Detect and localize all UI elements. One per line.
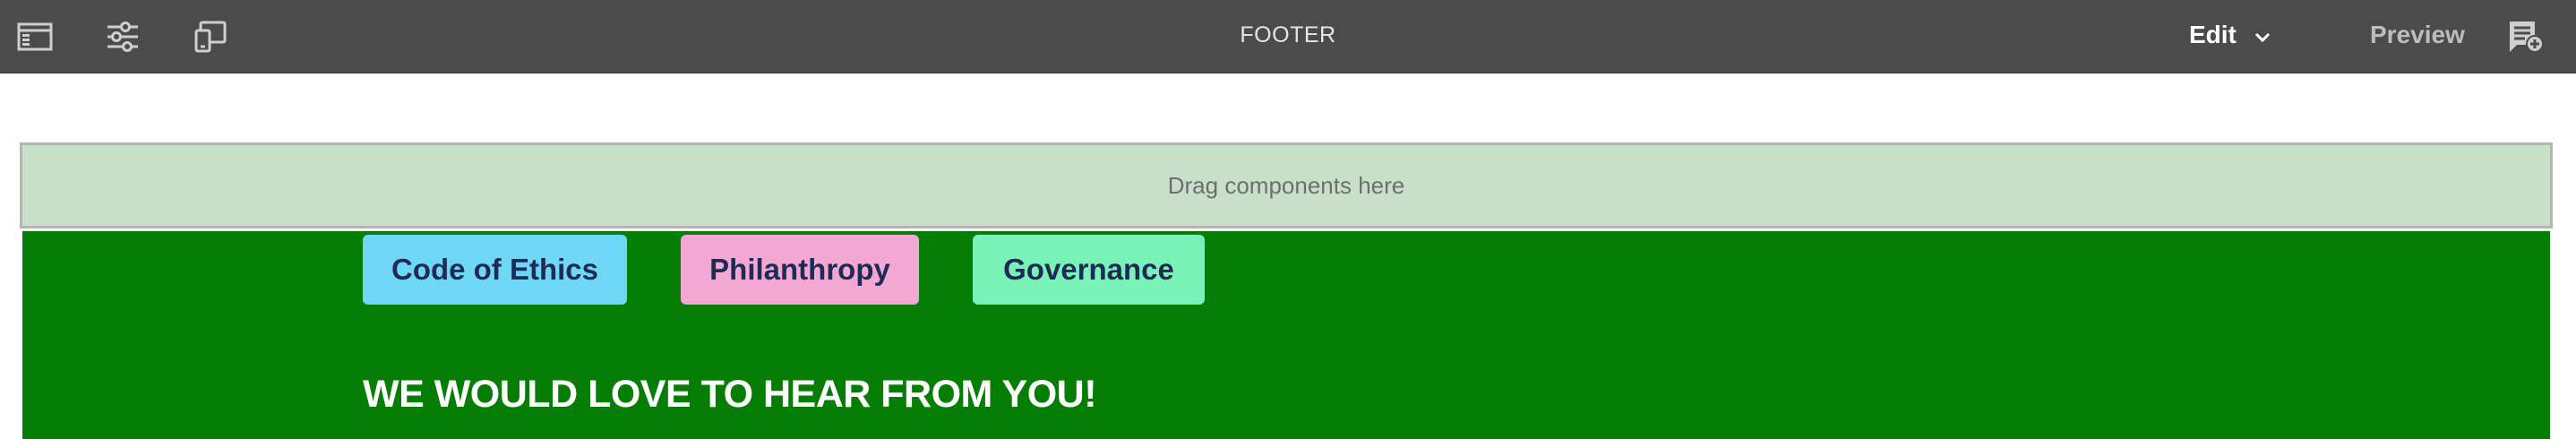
footer-heading: WE WOULD LOVE TO HEAR FROM YOU! xyxy=(363,373,1097,416)
preview-button[interactable]: Preview xyxy=(2370,14,2465,56)
component-dropzone[interactable]: Drag components here xyxy=(20,142,2553,228)
governance-button[interactable]: Governance xyxy=(973,235,1205,305)
mode-dropdown[interactable]: Edit xyxy=(2189,14,2306,56)
chevron-down-icon xyxy=(2254,21,2271,49)
device-emulator-icon[interactable] xyxy=(192,18,229,56)
code-of-ethics-button[interactable]: Code of Ethics xyxy=(363,235,627,305)
mode-label: Edit xyxy=(2189,21,2237,48)
annotations-icon[interactable] xyxy=(2506,16,2546,56)
side-panel-icon[interactable] xyxy=(16,18,54,56)
sliders-icon[interactable] xyxy=(104,18,142,56)
philanthropy-button[interactable]: Philanthropy xyxy=(681,235,919,305)
editor-toolbar: FOOTER Edit Preview xyxy=(0,0,2576,73)
